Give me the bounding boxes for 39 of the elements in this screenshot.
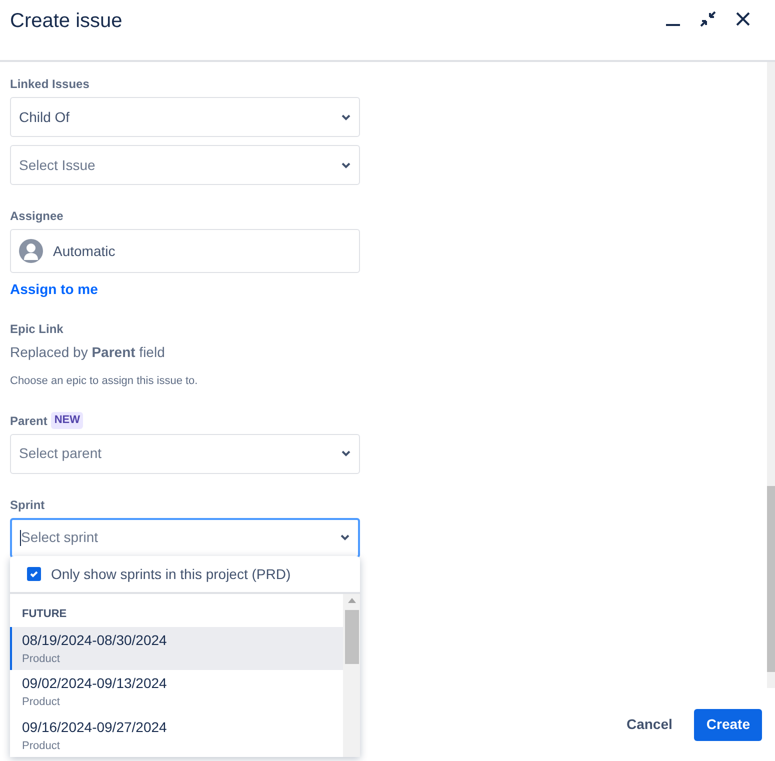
assign-to-me-link[interactable]: Assign to me — [10, 279, 98, 300]
sprint-option[interactable]: 09/16/2024-09/27/2024 Product — [10, 714, 343, 757]
field-label: Sprint — [10, 496, 46, 514]
chevron-down-icon — [341, 114, 351, 120]
sprint-select[interactable]: Select sprint — [10, 518, 360, 558]
sprint-dates: 08/19/2024-08/30/2024 — [22, 630, 168, 650]
chevron-down-icon — [341, 450, 351, 457]
list-scrollbar[interactable] — [343, 594, 360, 757]
cancel-button[interactable]: Cancel — [614, 708, 684, 740]
field-label: Parent — [10, 412, 48, 430]
avatar-icon — [19, 239, 43, 263]
sprint-dates: 09/16/2024-09/27/2024 — [22, 718, 168, 736]
new-badge: NEW — [51, 412, 84, 429]
parent-select[interactable]: Select parent — [10, 434, 360, 474]
checkmark-icon — [29, 569, 39, 579]
create-button[interactable]: Create — [694, 708, 762, 740]
epic-link-note: Replaced by Parent field — [10, 343, 165, 362]
checkbox[interactable] — [27, 567, 41, 581]
assignee-select[interactable]: Automatic — [10, 229, 360, 273]
collapse-arrows-icon[interactable] — [699, 10, 717, 28]
sprint-board: Product — [22, 738, 61, 754]
field-label: Linked Issues — [10, 76, 90, 93]
field-label: Epic Link — [10, 321, 64, 338]
sprint-option[interactable]: 08/19/2024-08/30/2024 Product — [10, 626, 343, 670]
help-text: Choose an epic to assign this issue to. — [10, 374, 199, 389]
issue-select[interactable]: Select Issue — [10, 145, 360, 185]
sprint-board: Product — [22, 652, 61, 666]
chevron-down-icon — [340, 534, 350, 541]
chevron-down-icon — [341, 162, 351, 168]
field-label: Assignee — [10, 208, 64, 225]
filter-label: Only show sprints in this project (PRD) — [51, 564, 291, 584]
group-heading: FUTURE — [21, 607, 68, 622]
dialog-title: Create issue — [10, 9, 122, 34]
sprint-dates: 09/02/2024-09/13/2024 — [22, 674, 168, 693]
scrollbar[interactable] — [767, 62, 775, 688]
sprint-option[interactable]: 09/02/2024-09/13/2024 Product — [10, 670, 343, 714]
relation-select[interactable]: Child Of — [10, 97, 360, 137]
close-icon[interactable] — [735, 11, 751, 27]
sprint-board: Product — [22, 695, 61, 710]
